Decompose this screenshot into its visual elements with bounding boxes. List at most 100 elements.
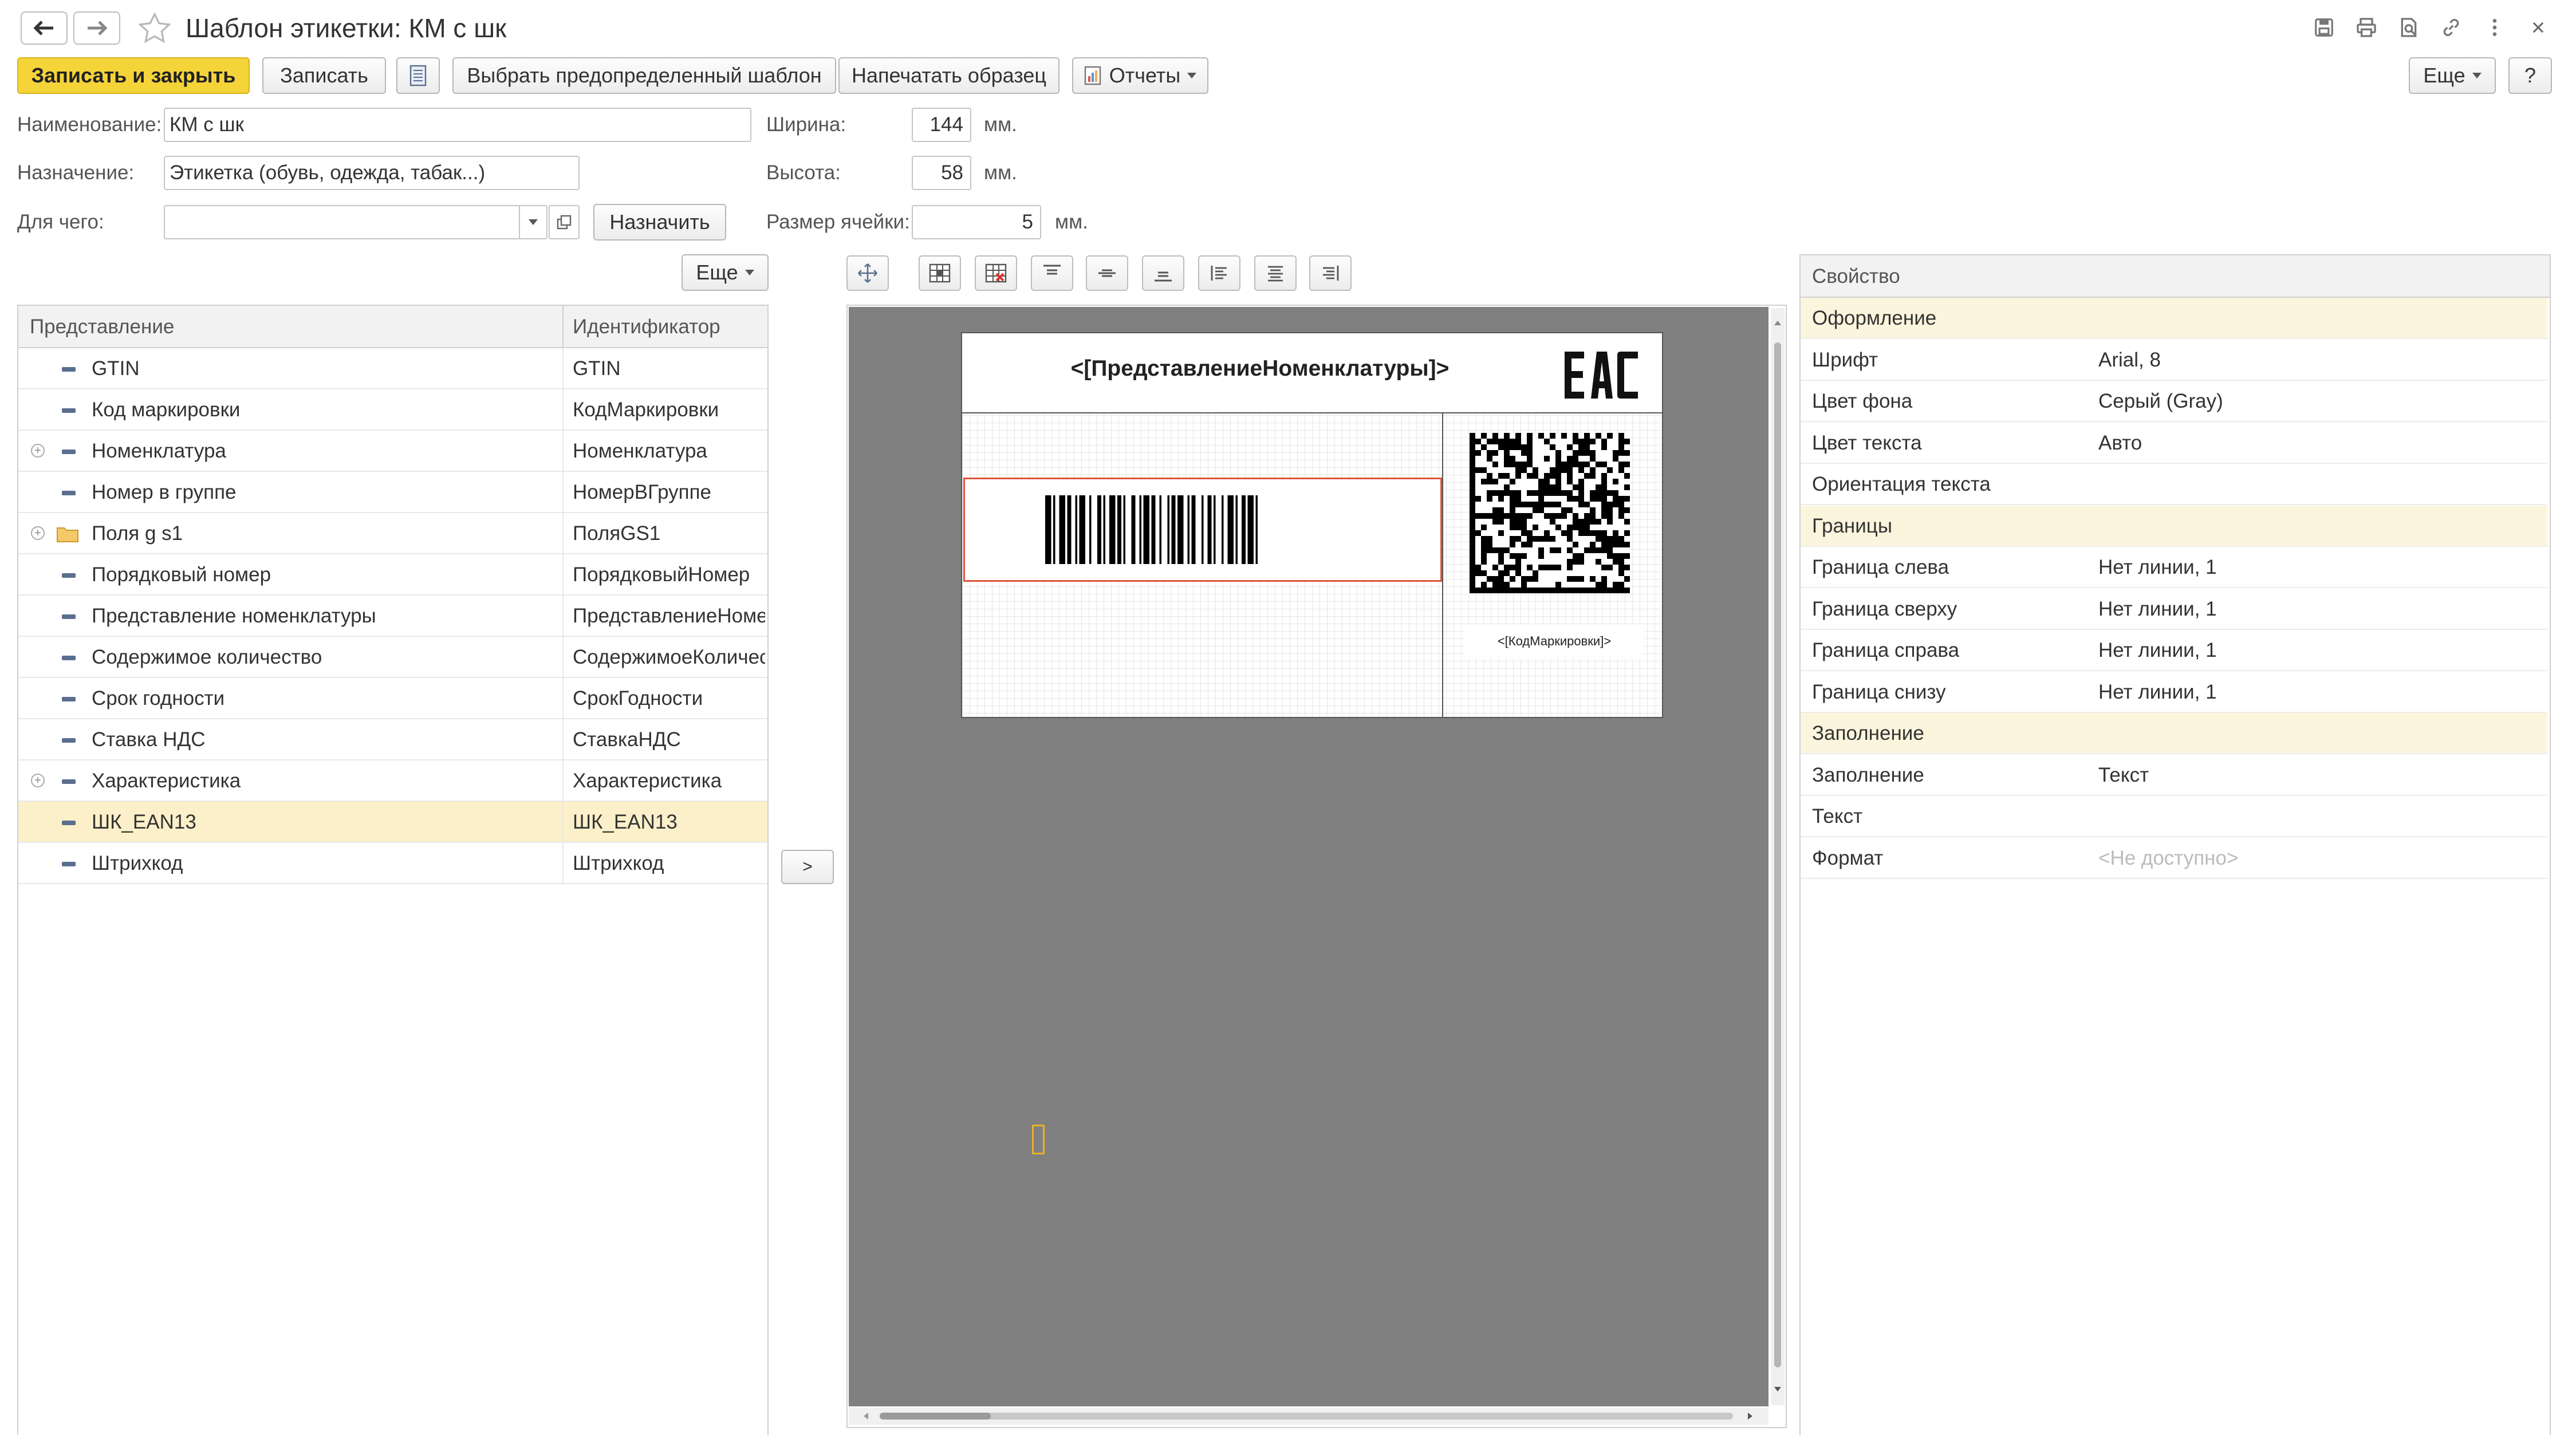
- datamatrix-module: [1487, 542, 1492, 547]
- datamatrix-module: [1504, 547, 1510, 553]
- property-value[interactable]: Текст: [2098, 755, 2149, 796]
- marking-code-placeholder[interactable]: <[КодМаркировки]>: [1465, 624, 1644, 659]
- purpose-input[interactable]: Этикетка (обувь, одежда, табак...): [164, 156, 580, 190]
- link-icon[interactable]: [2440, 16, 2463, 39]
- fields-table-row[interactable]: + Поля g s1 ПоляGS1: [18, 513, 767, 554]
- product-name-placeholder[interactable]: <[ПредставлениеНоменклатуры]>: [1019, 356, 1500, 381]
- datamatrix-module: [1601, 490, 1607, 496]
- property-row[interactable]: Заполнение Текст: [1801, 755, 2547, 796]
- help-button[interactable]: ?: [2508, 57, 2552, 94]
- property-value[interactable]: Нет линии, 1: [2098, 672, 2217, 713]
- width-input[interactable]: 144: [912, 108, 971, 142]
- col-identifier-header[interactable]: Идентификатор: [573, 306, 720, 348]
- name-input[interactable]: КМ с шк: [164, 108, 751, 142]
- preview-icon[interactable]: [2397, 16, 2420, 39]
- forward-button[interactable]: [73, 11, 120, 45]
- barcode-cell[interactable]: [963, 478, 1442, 582]
- fields-table-row[interactable]: Порядковый номер ПорядковыйНомер: [18, 554, 767, 596]
- save-icon[interactable]: [2313, 16, 2335, 39]
- align-left-button[interactable]: [1198, 255, 1240, 291]
- vertical-scrollbar[interactable]: [1771, 308, 1785, 1405]
- favorite-star-icon[interactable]: [136, 10, 173, 47]
- property-value[interactable]: Нет линии, 1: [2098, 630, 2217, 671]
- property-row[interactable]: Цвет фона Серый (Gray): [1801, 381, 2547, 422]
- expand-icon[interactable]: +: [31, 526, 45, 540]
- property-value[interactable]: Arial, 8: [2098, 340, 2161, 381]
- property-row[interactable]: Граница слева Нет линии, 1: [1801, 547, 2547, 588]
- fields-table-row[interactable]: Ставка НДС СтавкаНДС: [18, 719, 767, 760]
- close-icon[interactable]: [2527, 16, 2550, 39]
- label-template[interactable]: <[ПредставлениеНоменклатуры]> <[КодМарки…: [961, 332, 1663, 718]
- fields-table-row[interactable]: + Характеристика Характеристика: [18, 760, 767, 802]
- add-field-button[interactable]: >: [781, 850, 834, 884]
- align-center-button[interactable]: [1254, 255, 1297, 291]
- insert-cell-button[interactable]: [919, 255, 961, 291]
- horizontal-scrollbar[interactable]: [849, 1408, 1768, 1425]
- reports-button[interactable]: Отчеты: [1072, 57, 1208, 94]
- for-input[interactable]: [164, 205, 548, 239]
- fields-more-button[interactable]: Еще: [682, 254, 769, 291]
- fields-table-row[interactable]: Представление номенклатуры ПредставлениеН…: [18, 596, 767, 637]
- fields-table-row[interactable]: Срок годности СрокГодности: [18, 678, 767, 719]
- save-and-close-button[interactable]: Записать и закрыть: [17, 57, 250, 94]
- fields-table-row[interactable]: ШК_EAN13 ШК_EAN13: [18, 802, 767, 843]
- property-row[interactable]: Ориентация текста: [1801, 464, 2547, 505]
- property-row[interactable]: Цвет текста Авто: [1801, 423, 2547, 464]
- property-row[interactable]: Граница справа Нет линии, 1: [1801, 630, 2547, 671]
- expand-icon[interactable]: +: [31, 444, 45, 458]
- choose-predefined-template-button[interactable]: Выбрать предопределенный шаблон: [452, 57, 836, 94]
- cell-size-input[interactable]: 5: [912, 205, 1041, 239]
- designer-area: <[ПредставлениеНоменклатуры]> <[КодМарки…: [846, 305, 1787, 1428]
- property-value[interactable]: Нет линии, 1: [2098, 547, 2217, 588]
- print-sample-button[interactable]: Напечатать образец: [838, 57, 1059, 94]
- property-row[interactable]: Формат <Не доступно>: [1801, 838, 2547, 879]
- fields-table-row[interactable]: Содержимое количество СодержимоеКоличест: [18, 637, 767, 678]
- datamatrix-module: [1578, 525, 1584, 530]
- datamatrix-module: [1521, 542, 1527, 547]
- datamatrix-module: [1613, 582, 1618, 588]
- document-structure-button[interactable]: [396, 57, 440, 94]
- align-bottom-button[interactable]: [1142, 255, 1184, 291]
- property-row[interactable]: Шрифт Arial, 8: [1801, 340, 2547, 381]
- datamatrix-module: [1492, 582, 1498, 588]
- property-value[interactable]: Авто: [2098, 423, 2142, 464]
- more-vertical-icon[interactable]: [2483, 16, 2506, 39]
- property-row[interactable]: Граница сверху Нет линии, 1: [1801, 589, 2547, 630]
- delete-cell-button[interactable]: [975, 255, 1017, 291]
- expand-icon[interactable]: +: [31, 774, 45, 787]
- datamatrix-module: [1470, 553, 1475, 559]
- fields-table-row[interactable]: Код маркировки КодМаркировки: [18, 389, 767, 431]
- align-right-button[interactable]: [1309, 255, 1352, 291]
- designer-canvas[interactable]: <[ПредставлениеНоменклатуры]> <[КодМарки…: [849, 307, 1768, 1406]
- fields-table-row[interactable]: + Номенклатура Номенклатура: [18, 431, 767, 472]
- property-row[interactable]: Текст: [1801, 796, 2547, 837]
- field-presentation: Содержимое количество: [92, 646, 322, 668]
- col-presentation-header[interactable]: Представление: [30, 306, 174, 348]
- print-icon[interactable]: [2355, 16, 2378, 39]
- horizontal-scroll-thumb-active[interactable]: [880, 1413, 991, 1420]
- property-value[interactable]: <Не доступно>: [2098, 838, 2238, 879]
- align-top-button[interactable]: [1031, 255, 1073, 291]
- fields-table-row[interactable]: GTIN GTIN: [18, 348, 767, 389]
- datamatrix-module: [1498, 576, 1504, 582]
- height-input[interactable]: 58: [912, 156, 971, 190]
- datamatrix-module: [1470, 519, 1475, 525]
- horizontal-scroll-thumb[interactable]: [880, 1413, 1733, 1420]
- property-value[interactable]: Нет линии, 1: [2098, 589, 2217, 630]
- fields-table-row[interactable]: Номер в группе НомерВГруппе: [18, 472, 767, 513]
- more-button[interactable]: Еще: [2409, 57, 2496, 94]
- back-button[interactable]: [21, 11, 68, 45]
- save-button[interactable]: Записать: [262, 57, 386, 94]
- align-middle-button[interactable]: [1086, 255, 1128, 291]
- move-tool-button[interactable]: [846, 255, 889, 291]
- for-dropdown-button[interactable]: [519, 206, 546, 238]
- assign-button[interactable]: Назначить: [593, 204, 726, 241]
- vertical-scroll-thumb[interactable]: [1774, 342, 1781, 1367]
- field-icon: [62, 862, 76, 866]
- for-open-button[interactable]: [549, 205, 580, 239]
- property-row[interactable]: Граница снизу Нет линии, 1: [1801, 672, 2547, 713]
- property-value[interactable]: Серый (Gray): [2098, 381, 2223, 422]
- fields-table-row[interactable]: Штрихкод Штрихкод: [18, 843, 767, 884]
- datamatrix-cell[interactable]: [1470, 433, 1630, 593]
- datamatrix-module: [1538, 565, 1544, 570]
